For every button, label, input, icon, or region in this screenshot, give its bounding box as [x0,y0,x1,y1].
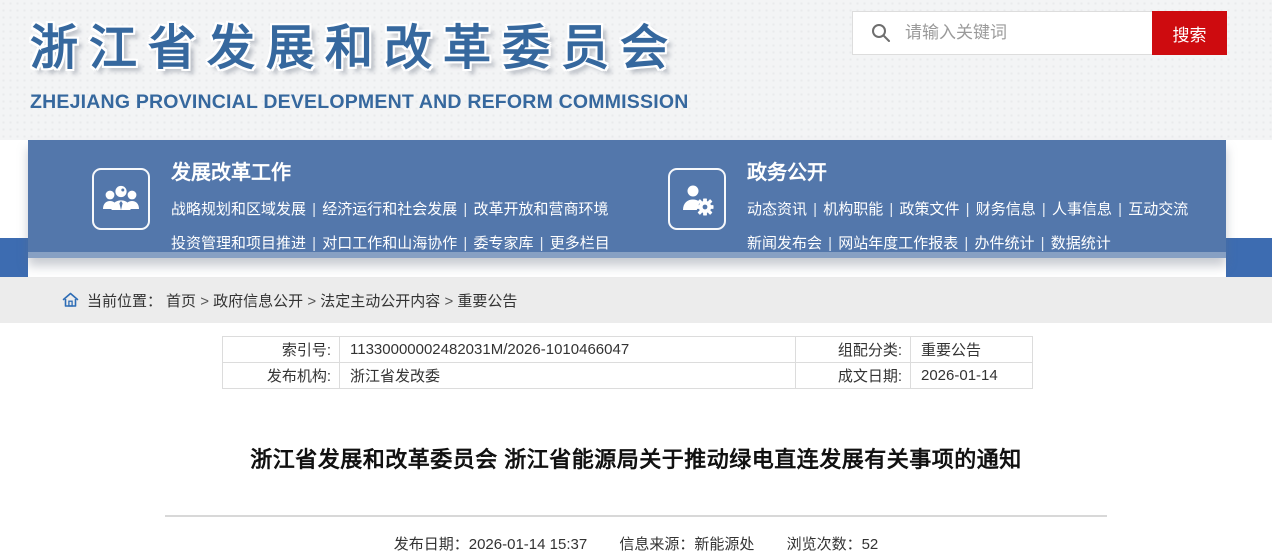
separator: | [1035,235,1051,252]
nav-title-gov-disclosure[interactable]: 政务公开 [747,156,1188,185]
nav-link[interactable]: 人事信息 [1052,201,1112,218]
separator: | [822,235,838,252]
separator: | [1036,201,1052,218]
separator: | [534,235,550,252]
document-meta-table: 索引号: 11330000002482031M/2026-1010466047 … [222,336,1033,389]
separator: | [457,201,473,218]
separator: | [883,201,899,218]
separator: | [306,235,322,252]
separator: > [196,293,213,310]
primary-nav-band: 发展改革工作 战略规划和区域发展 | 经济运行和社会发展 | 改革开放和营商环境… [0,140,1272,277]
publish-date-value: 2026-01-14 15:37 [469,536,587,553]
nav-link[interactable]: 战略规划和区域发展 [171,201,306,218]
index-number-value: 11330000002482031M/2026-1010466047 [340,337,796,363]
nav-link[interactable]: 更多栏目 [550,235,610,252]
search-input[interactable] [892,12,1152,54]
person-gear-icon[interactable] [668,168,726,230]
page-title: 浙江省发展和改革委员会 浙江省能源局关于推动绿电直连发展有关事项的通知 [0,442,1272,474]
nav-title-development-reform[interactable]: 发展改革工作 [171,156,610,185]
nav-link[interactable]: 动态资讯 [747,201,807,218]
nav-link[interactable]: 对口工作和山海协作 [322,235,457,252]
info-source: 信息来源：新能源处 [619,536,754,553]
nav-link[interactable]: 政策文件 [900,201,960,218]
nav-link[interactable]: 财务信息 [976,201,1036,218]
home-icon[interactable] [62,292,79,308]
publish-date: 发布日期：2026-01-14 15:37 [394,536,587,553]
category-label: 组配分类: [796,337,911,363]
site-title-en: ZHEJIANG PROVINCIAL DEVELOPMENT AND REFO… [30,91,688,114]
nav-link[interactable]: 办件统计 [975,235,1035,252]
info-source-value: 新能源处 [694,536,754,553]
search-icon [870,22,892,44]
publish-date-label: 发布日期： [394,536,469,553]
index-number-label: 索引号: [223,337,340,363]
view-count-label: 浏览次数： [787,536,862,553]
issuing-agency-label: 发布机构: [223,363,340,389]
nav-link[interactable]: 互动交流 [1128,201,1188,218]
breadcrumb-link[interactable]: 重要公告 [457,293,517,310]
site-title-cn: 浙江省发展和改革委员会 [30,8,688,78]
breadcrumb-items: 首页 > 政府信息公开 > 法定主动公开内容 > 重要公告 [166,290,517,311]
site-header: 浙江省发展和改革委员会 ZHEJIANG PROVINCIAL DEVELOPM… [0,0,1272,140]
nav-links-row: 投资管理和项目推进 | 对口工作和山海协作 | 委专家库 | 更多栏目 [171,232,610,253]
breadcrumb: 当前位置： 首页 > 政府信息公开 > 法定主动公开内容 > 重要公告 [0,277,1272,323]
nav-section-texts: 发展改革工作 战略规划和区域发展 | 经济运行和社会发展 | 改革开放和营商环境… [171,140,610,253]
nav-link[interactable]: 投资管理和项目推进 [171,235,306,252]
nav-links-row: 战略规划和区域发展 | 经济运行和社会发展 | 改革开放和营商环境 [171,198,610,219]
separator: | [960,201,976,218]
separator: | [306,201,322,218]
nav-link[interactable]: 数据统计 [1051,235,1111,252]
issue-date-value: 2026-01-14 [911,363,1033,389]
nav-links-row: 动态资讯 | 机构职能 | 政策文件 | 财务信息 | 人事信息 | 互动交流 [747,198,1188,219]
breadcrumb-link[interactable]: 法定主动公开内容 [320,293,440,310]
site-brand: 浙江省发展和改革委员会 ZHEJIANG PROVINCIAL DEVELOPM… [30,8,688,114]
breadcrumb-link[interactable]: 首页 [166,293,196,310]
primary-nav: 发展改革工作 战略规划和区域发展 | 经济运行和社会发展 | 改革开放和营商环境… [28,140,1226,258]
search-box: 搜索 [852,11,1227,55]
nav-band-left-fold [0,238,28,277]
separator: | [958,235,974,252]
issue-date-label: 成文日期: [796,363,911,389]
info-source-label: 信息来源： [619,536,694,553]
publish-meta: 发布日期：2026-01-14 15:37 信息来源：新能源处 浏览次数：52 [0,533,1272,554]
nav-link[interactable]: 新闻发布会 [747,235,822,252]
separator: > [440,293,457,310]
table-row: 发布机构: 浙江省发改委 成文日期: 2026-01-14 [223,363,1033,389]
nav-link[interactable]: 改革开放和营商环境 [474,201,609,218]
view-count: 浏览次数：52 [787,536,879,553]
nav-link[interactable]: 机构职能 [823,201,883,218]
title-divider [165,515,1107,517]
separator: | [807,201,823,218]
people-group-icon[interactable] [92,168,150,230]
search-button[interactable]: 搜索 [1152,11,1227,55]
nav-link[interactable]: 网站年度工作报表 [838,235,958,252]
separator: | [1112,201,1128,218]
nav-band-right-fold [1226,238,1272,277]
nav-section-texts: 政务公开 动态资讯 | 机构职能 | 政策文件 | 财务信息 | 人事信息 | … [747,140,1188,253]
issuing-agency-value: 浙江省发改委 [340,363,796,389]
nav-link[interactable]: 经济运行和社会发展 [322,201,457,218]
separator: | [457,235,473,252]
breadcrumb-prefix: 当前位置： [87,290,162,311]
nav-link[interactable]: 委专家库 [474,235,534,252]
view-count-value: 52 [862,536,879,553]
separator: > [303,293,320,310]
category-value: 重要公告 [911,337,1033,363]
article-page: 索引号: 11330000002482031M/2026-1010466047 … [0,336,1272,554]
breadcrumb-link[interactable]: 政府信息公开 [213,293,303,310]
table-row: 索引号: 11330000002482031M/2026-1010466047 … [223,337,1033,363]
nav-links-row: 新闻发布会 | 网站年度工作报表 | 办件统计 | 数据统计 [747,232,1188,253]
